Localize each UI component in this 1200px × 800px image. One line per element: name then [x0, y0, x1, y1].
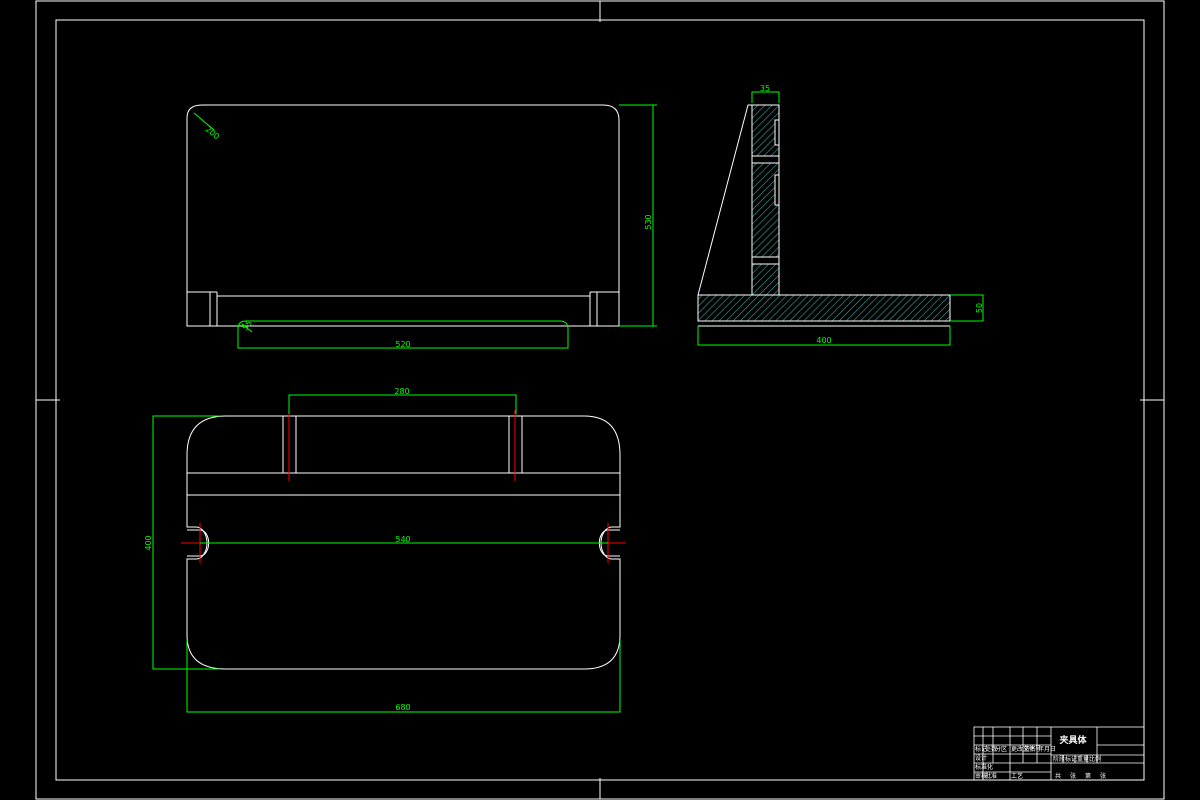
side-view-slot-2: [751, 256, 780, 265]
drawing-frame: [35, 0, 1165, 800]
title-block-cell-label: 阶段标记: [1053, 755, 1077, 763]
dim-text-slot-spacing: 280: [394, 387, 409, 396]
sheet-border: [35, 0, 1165, 800]
side-view-notch-1: [774, 119, 780, 146]
title-block-cell-label: 比例: [1089, 755, 1101, 763]
title-block-cell-label: 签名: [1024, 745, 1036, 753]
dim-text-overall-width: 680: [395, 703, 410, 712]
dim-text-radius: 200: [204, 125, 221, 142]
dim-text-width: 520: [395, 340, 410, 349]
top-view: 280 540 400 680: [144, 387, 626, 713]
title-block-cell-label: 标准化: [975, 763, 993, 771]
title-block-cell-label: 张: [1100, 772, 1106, 780]
dim-text-hole-spacing: 540: [395, 535, 410, 544]
dim-text-thickness-top: 35: [760, 84, 770, 93]
title-block-cell-label: 年月日: [1038, 745, 1056, 753]
title-block-cell-label: 重量: [1077, 755, 1089, 763]
dim-text-depth: 400: [144, 535, 153, 550]
title-block-cell-label: 张: [1070, 772, 1076, 780]
side-view-notch-2: [774, 174, 780, 206]
dim-line-slot-spacing: [288, 394, 517, 414]
dim-line-thickness-top: [751, 91, 780, 103]
dim-text-height: 530: [644, 214, 653, 229]
cad-drawing: 200 530 55 520 35 50 400 280 540 400 680…: [35, 0, 1165, 800]
side-view-slot-1: [751, 155, 780, 164]
title-block-cell-label: 共: [1055, 772, 1061, 780]
dim-text-base-thickness: 50: [975, 303, 984, 313]
dim-text-length: 400: [816, 336, 831, 345]
title-block-cell-label: 工艺: [1011, 772, 1023, 780]
side-view-base-section: [697, 294, 951, 322]
side-view: 35 50 400: [697, 84, 984, 346]
front-view: 200 530 55 520: [186, 104, 657, 349]
title-block-cell-label: 第: [1085, 772, 1091, 780]
front-view-outline: [186, 104, 620, 327]
dim-line-overall-width: [186, 640, 621, 713]
title-block-cell-label: 分区: [995, 745, 1007, 753]
side-view-rib: [697, 104, 753, 296]
title-block-drawing-name: 夹具体: [1059, 734, 1087, 746]
title-block-cell-label: 批准: [985, 772, 997, 780]
title-block-cell-label: 设计: [975, 754, 987, 762]
title-block: 夹具体 标记处数分区 更改文件号签名 年月日设计标准化阶段标记 重量 比例审核 工艺批准共…: [973, 726, 1145, 781]
